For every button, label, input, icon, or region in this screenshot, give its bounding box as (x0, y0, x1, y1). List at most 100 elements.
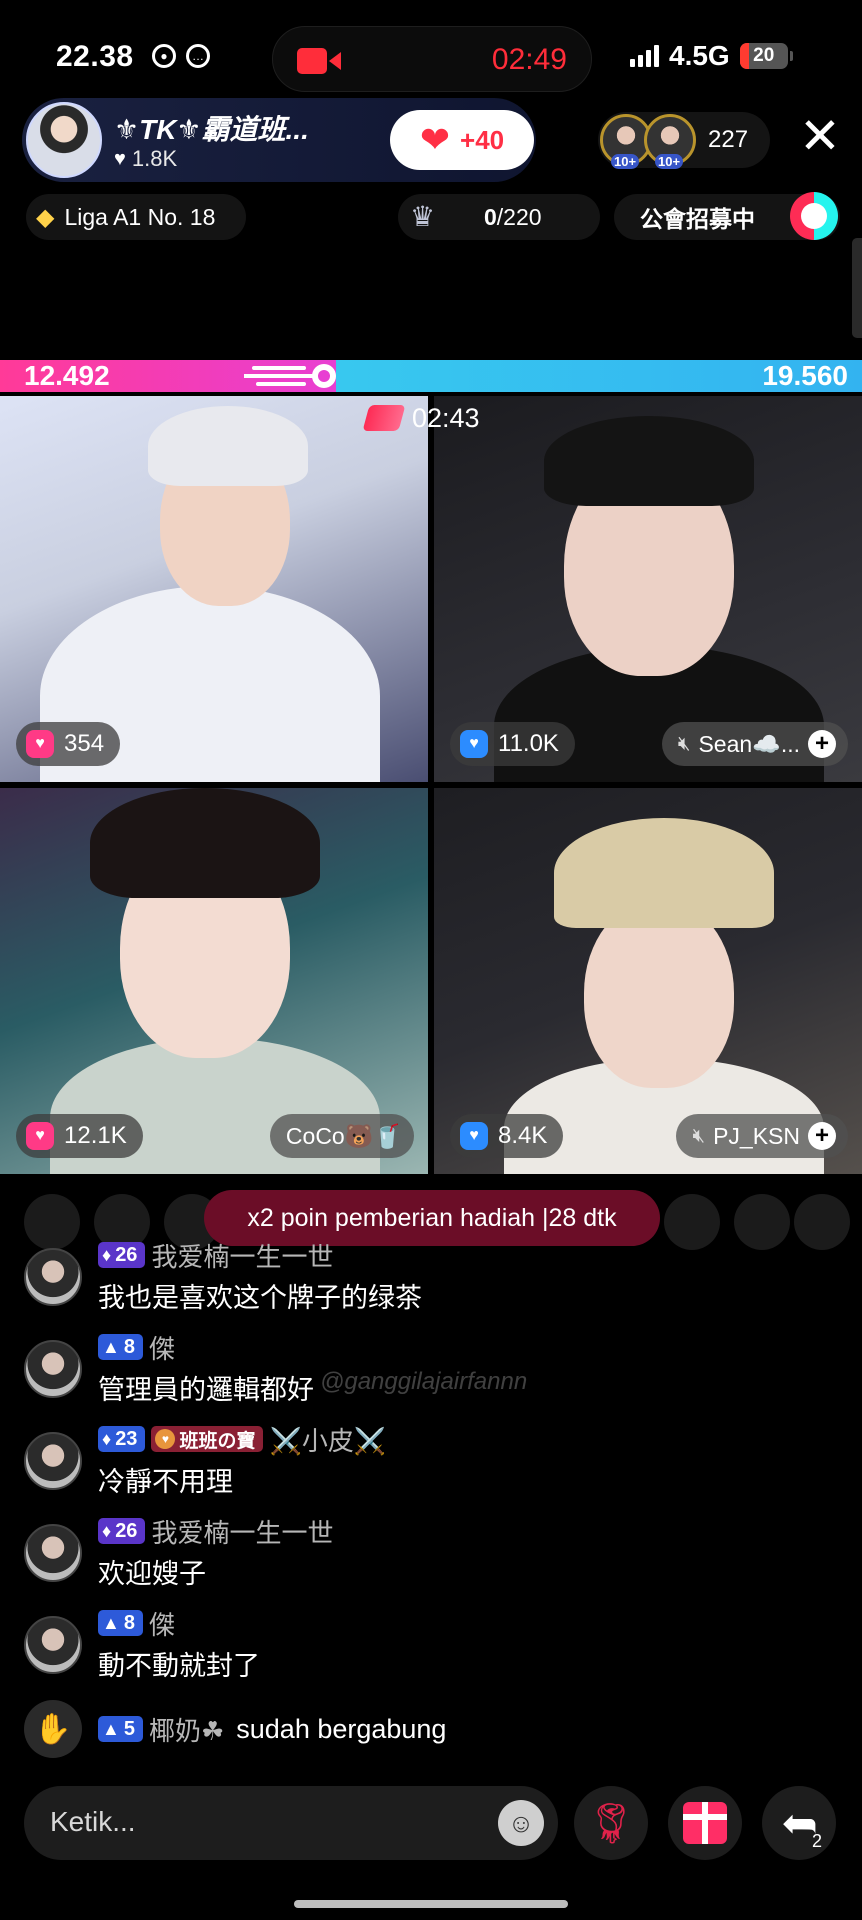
recording-time: 02:49 (491, 43, 567, 76)
battle-marker-icon (244, 364, 336, 388)
guild-icon (790, 192, 838, 240)
chat-avatar[interactable] (24, 1248, 82, 1306)
video-tile-1[interactable]: ♥ 354 (0, 396, 428, 782)
chat-meta: ▲ 8 傑 (98, 1608, 175, 1640)
level-value: 8 (123, 1611, 135, 1634)
battery-level: 20 (753, 45, 775, 66)
heart-icon: ❤ (419, 119, 451, 160)
signal-icon (630, 45, 659, 67)
wave-hand-icon[interactable]: ✋ (24, 1700, 82, 1758)
follow-plus-icon[interactable]: + (808, 730, 836, 758)
host-name: ⚜TK⚜霸道班... (114, 114, 309, 145)
rank-chip[interactable]: ♛ 0/220 (398, 194, 600, 240)
video-camera-icon (297, 48, 341, 74)
join-text: sudah bergabung (236, 1713, 447, 1744)
video-tile-2[interactable]: ♥ 11.0K 🔇︎ Sean☁️... + (434, 396, 862, 782)
battle-icon (362, 405, 406, 431)
chat-meta: ♦ 26 我爱楠一生一世 (98, 1240, 333, 1272)
chat-text: 冷靜不用理 (98, 1467, 233, 1497)
tile-name[interactable]: 🔇︎ Sean☁️... + (661, 722, 848, 766)
rose-gift-button[interactable]: 🌹︎ (574, 1786, 648, 1860)
heart-box-icon: ♥ (26, 1122, 54, 1150)
status-right: 4.5G 20 (630, 40, 793, 72)
creator-watermark: @ganggilajairfannn (320, 1368, 528, 1395)
gem-icon: ▲ (102, 1612, 120, 1633)
rank-value: 0/220 (484, 204, 542, 231)
battle-progress-bar (0, 360, 862, 392)
chat-text: 管理員的邏輯都好 (98, 1375, 314, 1405)
screen-recording-indicator[interactable]: 02:49 (272, 26, 592, 92)
level-badge: ▲ 5 (98, 1716, 143, 1742)
person-hair (148, 406, 308, 486)
chat-avatar[interactable] (24, 1616, 82, 1674)
network-type: 4.5G (669, 40, 730, 71)
muted-icon: 🔇︎ (677, 732, 691, 755)
level-badge: ♦ 26 (98, 1242, 146, 1268)
status-time: 22.38 (56, 40, 134, 73)
viewer-count: 227 (708, 126, 749, 153)
tile-score-value: 12.1K (64, 1122, 127, 1149)
rose-icon: 🌹︎ (585, 1801, 637, 1846)
join-username[interactable]: 椰奶☘ (149, 1711, 224, 1748)
tile-name-label: Sean☁️... (698, 730, 800, 757)
level-value: 23 (115, 1427, 138, 1450)
chat-username[interactable]: 傑 (149, 1605, 175, 1642)
video-tile-4[interactable]: ♥ 8.4K 🔇︎ PJ_KSN + (434, 788, 862, 1174)
viewer-avatar[interactable]: 10+ (644, 114, 696, 169)
tile-score-value: 354 (64, 730, 105, 757)
emoji-icon[interactable]: ☺ (498, 1800, 544, 1846)
guild-label: 公會招募中 (640, 206, 755, 232)
guild-chip[interactable]: 公會招募中 (614, 192, 840, 240)
side-panel-handle[interactable] (852, 238, 862, 338)
muted-icon: 🔇︎ (692, 1124, 706, 1147)
fan-heart-icon: ♥ (155, 1429, 176, 1449)
person-hair (544, 416, 754, 506)
chat-username[interactable]: 我爱楠一生一世 (151, 1513, 333, 1550)
level-value: 26 (115, 1519, 138, 1542)
chat-avatar[interactable] (24, 1340, 82, 1398)
status-bar: 22.38 ● … 02:49 4.5G 20 (0, 0, 862, 110)
comment-input[interactable]: Ketik... ☺ (24, 1786, 558, 1860)
video-grid: ♥ 354 ♥ 11.0K 🔇︎ Sean☁️... + ♥ 12.1K CoC… (0, 396, 862, 1174)
chat-avatar[interactable] (24, 1524, 82, 1582)
crown-icon: ♛ (410, 201, 436, 232)
tile-score: ♥ 8.4K (450, 1114, 564, 1158)
close-button[interactable]: ✕ (796, 111, 844, 161)
gem-icon: ♦ (102, 1244, 112, 1265)
chat-text: 我也是喜欢这个牌子的绿茶 (98, 1283, 422, 1313)
chat-meta: ▲ 8 傑 (98, 1332, 175, 1364)
league-label: Liga A1 No. 18 (64, 203, 216, 230)
level-badge: ▲ 8 (98, 1610, 143, 1636)
league-chip[interactable]: ◆ Liga A1 No. 18 (26, 194, 246, 240)
fan-club-badge: ♥ 班班の寶 (151, 1426, 264, 1452)
chat-bubble-icon: … (186, 44, 210, 68)
chat-username[interactable]: 我爱楠一生一世 (151, 1237, 333, 1274)
chat-username[interactable]: ⚔️小皮⚔️ (269, 1421, 386, 1458)
chat-meta: ♦ 26 我爱楠一生一世 (98, 1516, 333, 1548)
video-tile-3[interactable]: ♥ 12.1K CoCo🐻🥤 (0, 788, 428, 1174)
gem-icon: ♦ (102, 1428, 112, 1449)
tile-score: ♥ 12.1K (16, 1114, 143, 1158)
chat-username[interactable]: 傑 (149, 1329, 175, 1366)
share-count: 2 (811, 1831, 822, 1851)
top-viewers[interactable]: 10+ 10+ 227 (598, 112, 770, 169)
follow-plus-icon[interactable]: + (808, 1122, 836, 1150)
host-avatar[interactable] (26, 102, 102, 178)
gem-icon: ♦ (102, 1520, 112, 1541)
gift-button[interactable] (668, 1786, 742, 1860)
follow-button[interactable]: ❤ +40 (390, 110, 534, 170)
battle-score-left: 12.492 (24, 360, 110, 391)
home-indicator[interactable] (294, 1900, 568, 1908)
comment-placeholder: Ketik... (50, 1806, 136, 1837)
chat-avatar[interactable] (24, 1432, 82, 1490)
share-button[interactable]: ➦ 2 (762, 1786, 836, 1860)
gem-icon: ▲ (102, 1718, 120, 1739)
tile-name[interactable]: CoCo🐻🥤 (269, 1114, 414, 1158)
diamond-icon: ◆ (36, 203, 55, 231)
tile-score-value: 8.4K (498, 1122, 548, 1149)
battle-score-right: 19.560 (762, 360, 848, 391)
host-likes: ♥ 1.8K (114, 146, 177, 172)
tile-name[interactable]: 🔇︎ PJ_KSN + (676, 1114, 848, 1158)
rank-current: 0 (484, 204, 497, 230)
heart-box-icon: ♥ (26, 730, 54, 758)
